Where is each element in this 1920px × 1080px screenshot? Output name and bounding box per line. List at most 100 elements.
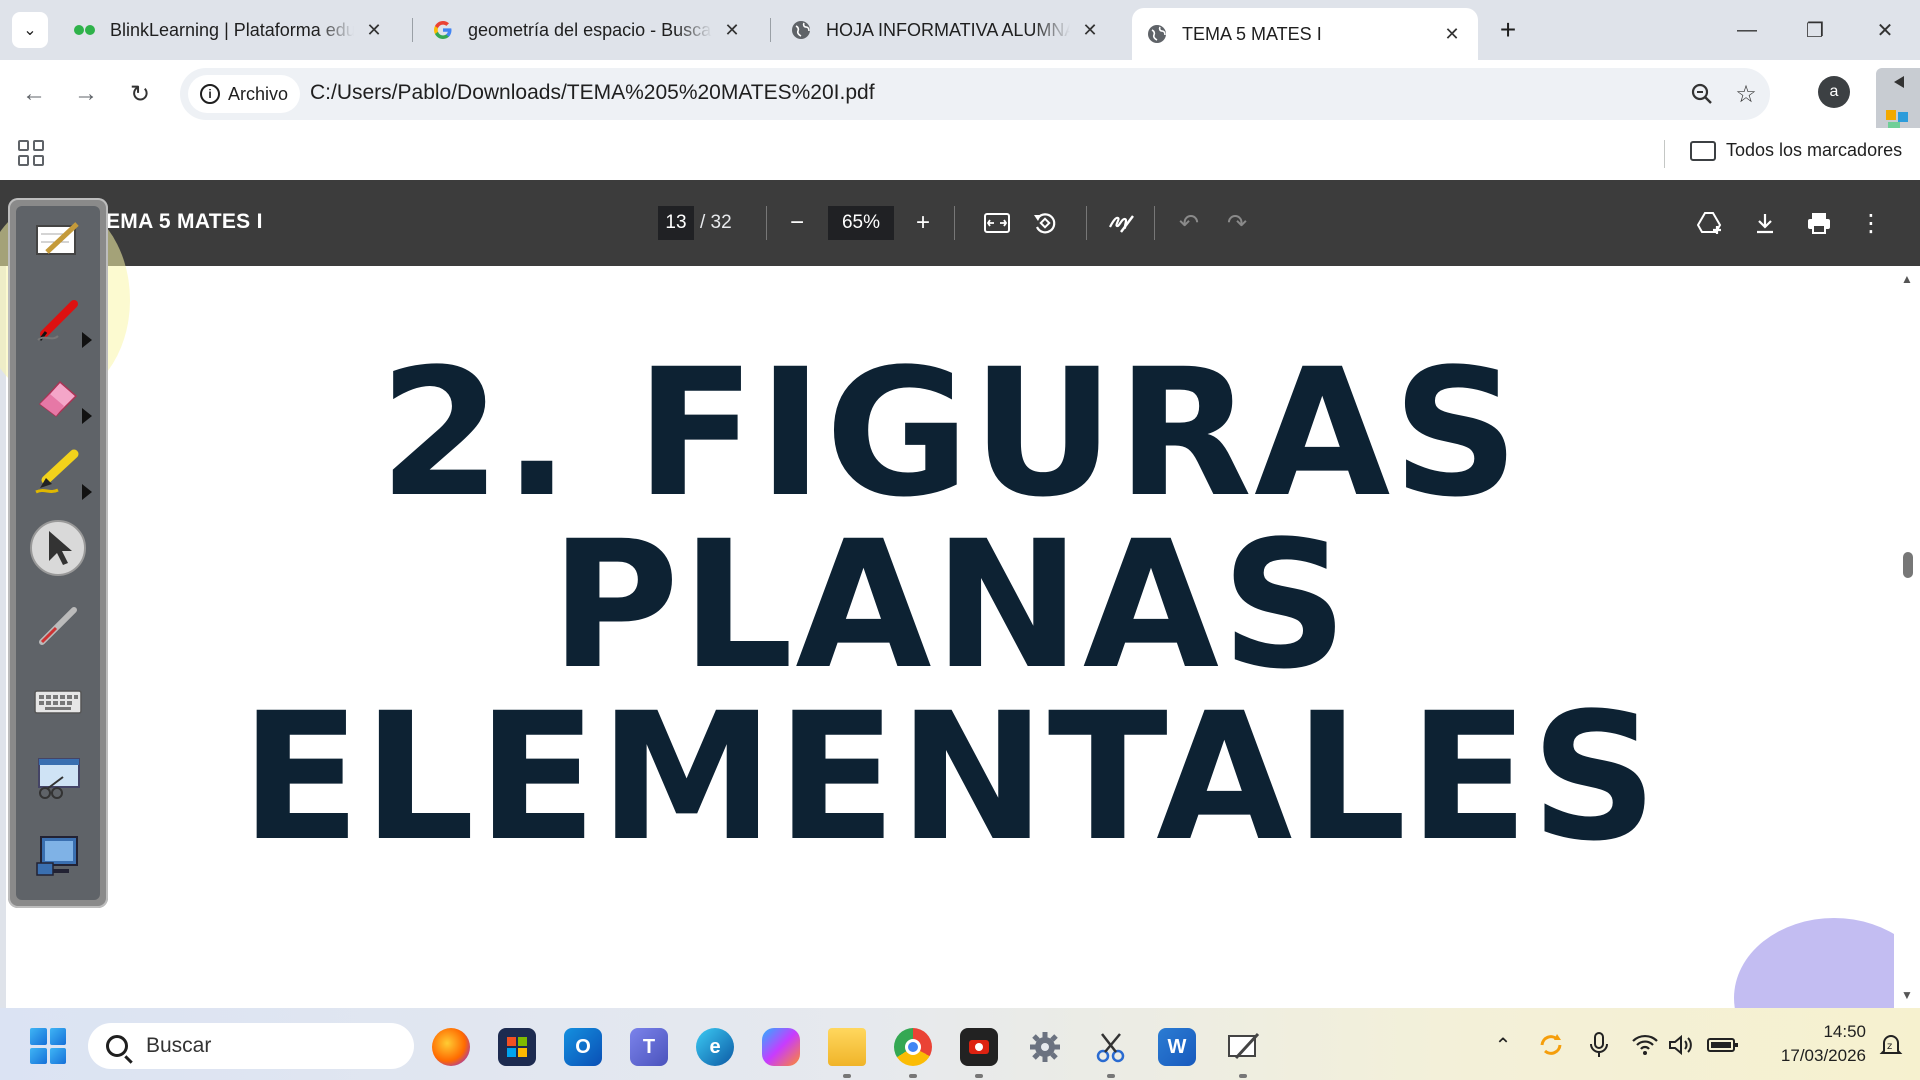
system-clock[interactable]: 14:50 17/03/2026 bbox=[1756, 1020, 1866, 1068]
taskbar-search-box[interactable]: Buscar bbox=[88, 1023, 414, 1069]
microphone-icon[interactable] bbox=[1584, 1030, 1614, 1060]
tab-divider bbox=[770, 18, 771, 42]
microsoft-store-icon[interactable] bbox=[498, 1028, 536, 1066]
running-indicator bbox=[975, 1074, 983, 1078]
zoom-icon[interactable] bbox=[1686, 78, 1718, 110]
snipping-tool-icon[interactable] bbox=[1092, 1028, 1130, 1066]
site-info-chip[interactable]: i Archivo bbox=[188, 75, 301, 113]
forward-button[interactable]: → bbox=[66, 74, 106, 114]
select-tool[interactable] bbox=[28, 518, 88, 578]
chrome-icon[interactable] bbox=[894, 1028, 932, 1066]
close-icon: ✕ bbox=[1876, 19, 1894, 42]
all-bookmarks-button[interactable]: Todos los marcadores bbox=[1690, 140, 1902, 161]
running-indicator bbox=[909, 1074, 917, 1078]
notification-bell-icon: z bbox=[1879, 1035, 1903, 1054]
print-button[interactable] bbox=[1800, 204, 1838, 242]
zoom-level-input[interactable]: 65% bbox=[828, 206, 894, 240]
new-tab-button[interactable]: + bbox=[1492, 14, 1524, 46]
tab-search-button[interactable]: ⌄ bbox=[12, 12, 48, 48]
page-total: / 32 bbox=[700, 212, 732, 233]
gear-icon bbox=[1030, 1032, 1060, 1062]
fit-to-page-icon bbox=[984, 213, 1010, 233]
pen-board-icon bbox=[1228, 1032, 1260, 1060]
wifi-icon[interactable] bbox=[1630, 1030, 1660, 1060]
highlighter-tool[interactable] bbox=[28, 442, 92, 502]
battery-icon[interactable] bbox=[1706, 1030, 1740, 1060]
whiteboard-app-icon[interactable] bbox=[1224, 1028, 1262, 1066]
zoom-out-button[interactable]: − bbox=[778, 204, 816, 242]
address-bar[interactable]: i Archivo C:/Users/Pablo/Downloads/TEMA%… bbox=[180, 68, 1770, 120]
scrollbar-thumb[interactable] bbox=[1903, 552, 1913, 578]
close-window-button[interactable]: ✕ bbox=[1862, 10, 1908, 50]
tab-blinklearning[interactable]: BlinkLearning | Plataforma educ ✕ bbox=[60, 8, 400, 52]
pdf-toolbar: EMA 5 MATES I 13 / 32 − 65% + ↶ ↷ ⋮ bbox=[0, 180, 1920, 266]
url-text[interactable]: C:/Users/Pablo/Downloads/TEMA%205%20MATE… bbox=[310, 81, 875, 105]
zoom-in-button[interactable]: + bbox=[904, 204, 942, 242]
clock-date: 17/03/2026 bbox=[1780, 1046, 1866, 1065]
browser-toolbar: ← → ↻ i Archivo C:/Users/Pablo/Downloads… bbox=[0, 60, 1920, 140]
page-number-input[interactable]: 13 bbox=[658, 206, 694, 240]
reload-button[interactable]: ↻ bbox=[120, 74, 160, 114]
outlook-icon[interactable]: O bbox=[564, 1028, 602, 1066]
scroll-down-arrow-icon[interactable]: ▼ bbox=[1901, 988, 1913, 1002]
volume-icon[interactable] bbox=[1666, 1030, 1696, 1060]
rotate-button[interactable] bbox=[1026, 204, 1064, 242]
copilot-icon[interactable] bbox=[762, 1028, 800, 1066]
screen-capture-tool[interactable] bbox=[28, 748, 88, 808]
restore-button[interactable]: ❐ bbox=[1792, 10, 1838, 50]
draw-icon bbox=[1109, 215, 1134, 233]
pdf-scrollbar[interactable]: ▲ ▼ bbox=[1894, 266, 1920, 1008]
close-icon[interactable]: ✕ bbox=[362, 18, 386, 42]
star-icon[interactable]: ☆ bbox=[1730, 78, 1762, 110]
teams-icon[interactable]: T bbox=[630, 1028, 668, 1066]
screen-recorder-icon[interactable] bbox=[960, 1028, 998, 1066]
tab-google-search[interactable]: geometría del espacio - Buscar ✕ bbox=[418, 8, 758, 52]
decorative-blob bbox=[1734, 918, 1894, 1008]
record-camera-icon bbox=[969, 1040, 989, 1054]
notebook-tool[interactable] bbox=[28, 210, 88, 270]
fit-page-button[interactable] bbox=[978, 204, 1016, 242]
back-button[interactable]: ← bbox=[14, 74, 54, 114]
globe-icon bbox=[1146, 23, 1168, 45]
windows-start-icon[interactable] bbox=[30, 1028, 66, 1064]
word-icon[interactable]: W bbox=[1158, 1028, 1196, 1066]
save-to-drive-button[interactable] bbox=[1692, 204, 1730, 242]
profile-avatar[interactable]: a bbox=[1818, 76, 1850, 108]
redo-button[interactable]: ↷ bbox=[1218, 204, 1256, 242]
folder-icon bbox=[1690, 140, 1716, 161]
close-icon[interactable]: ✕ bbox=[1440, 22, 1464, 46]
apps-grid-icon[interactable] bbox=[18, 140, 44, 166]
svg-text:z: z bbox=[1887, 1041, 1892, 1052]
tab-title: HOJA INFORMATIVA ALUMNAD bbox=[826, 19, 1070, 40]
undo-button[interactable]: ↶ bbox=[1170, 204, 1208, 242]
laser-pointer-tool[interactable] bbox=[28, 596, 88, 656]
tab-tema5-active[interactable]: TEMA 5 MATES I ✕ bbox=[1132, 8, 1478, 60]
annotation-toolbar bbox=[8, 198, 108, 908]
tab-title: BlinkLearning | Plataforma educ bbox=[110, 19, 354, 40]
tab-hoja-informativa[interactable]: HOJA INFORMATIVA ALUMNAD ✕ bbox=[776, 8, 1116, 52]
notifications-icon[interactable]: z bbox=[1876, 1030, 1906, 1060]
file-explorer-icon[interactable] bbox=[828, 1028, 866, 1066]
firefox-icon[interactable] bbox=[432, 1028, 470, 1066]
minimize-button[interactable]: — bbox=[1724, 10, 1770, 50]
wifi-signal-icon bbox=[1632, 1034, 1658, 1055]
close-icon[interactable]: ✕ bbox=[720, 18, 744, 42]
more-options-button[interactable]: ⋮ bbox=[1852, 204, 1890, 242]
drive-add-icon bbox=[1697, 212, 1722, 234]
printer-icon bbox=[1808, 213, 1830, 234]
edge-icon[interactable]: e bbox=[696, 1028, 734, 1066]
running-indicator bbox=[1107, 1074, 1115, 1078]
arrow-left-icon: ← bbox=[22, 80, 46, 107]
scroll-up-arrow-icon[interactable]: ▲ bbox=[1901, 272, 1913, 286]
close-icon[interactable]: ✕ bbox=[1078, 18, 1102, 42]
settings-icon[interactable] bbox=[1026, 1028, 1064, 1066]
display-tool[interactable] bbox=[28, 826, 88, 886]
download-button[interactable] bbox=[1746, 204, 1784, 242]
keyboard-tool[interactable] bbox=[28, 672, 88, 732]
pen-tool[interactable] bbox=[28, 290, 92, 350]
eraser-tool[interactable] bbox=[28, 366, 92, 426]
minimize-icon: — bbox=[1737, 18, 1757, 41]
annotate-button[interactable] bbox=[1102, 204, 1140, 242]
show-hidden-icons-button[interactable]: ⌃ bbox=[1488, 1030, 1518, 1060]
sync-icon[interactable] bbox=[1536, 1030, 1566, 1060]
